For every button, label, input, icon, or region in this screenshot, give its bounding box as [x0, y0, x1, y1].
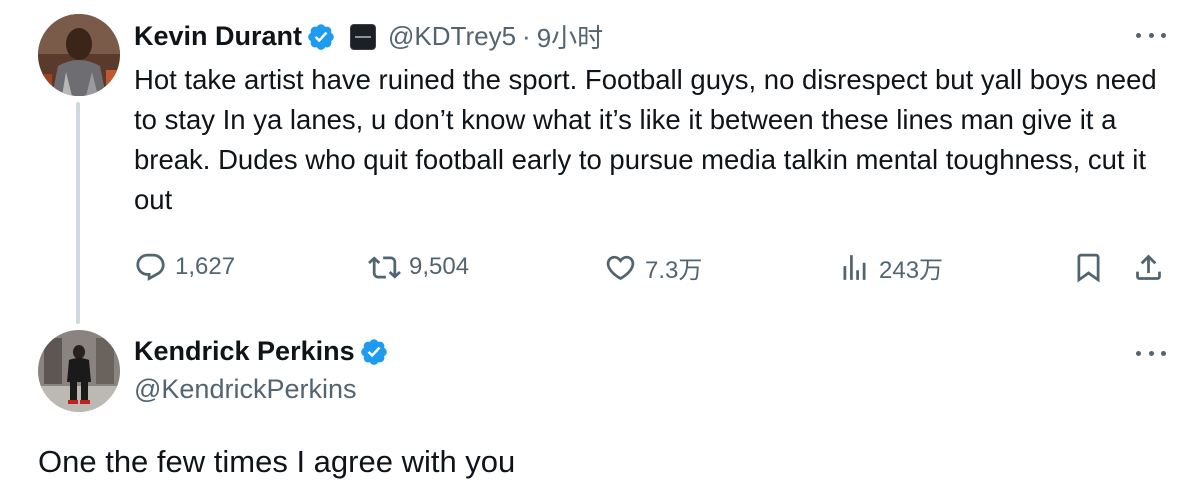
avatar-kevin-durant[interactable]: [38, 14, 120, 96]
views-button[interactable]: 243万: [838, 247, 943, 287]
avatar-kendrick-perkins[interactable]: [38, 330, 120, 412]
reply-author-display-name[interactable]: Kendrick Perkins: [134, 336, 355, 367]
more-options-icon[interactable]: [1136, 30, 1166, 40]
share-button[interactable]: [1132, 247, 1165, 287]
verified-badge-icon: [359, 337, 389, 367]
views-icon: [843, 254, 866, 280]
action-bar: 1,627 9,504 7.3万 243万: [134, 247, 1170, 287]
tweet-text: Hot take artist have ruined the sport. F…: [134, 64, 1157, 215]
separator-dot: ·: [522, 21, 531, 51]
author-handle[interactable]: @KDTrey5: [388, 21, 516, 52]
share-icon: [1136, 254, 1161, 280]
thread-line: [76, 102, 80, 324]
author-display-name[interactable]: Kevin Durant: [134, 21, 302, 52]
verified-badge-icon: [306, 22, 336, 52]
boardroom-badge-icon[interactable]: [350, 23, 377, 50]
tweet-thread: Kevin Durant @KDTrey5 · 9小时 Hot take art…: [0, 0, 1182, 490]
repost-button[interactable]: 9,504: [368, 247, 469, 287]
reply-count: 1,627: [175, 253, 236, 280]
views-count: 243万: [879, 256, 944, 284]
reply-header: Kendrick Perkins: [134, 336, 389, 367]
bookmark-icon: [1077, 253, 1100, 283]
tweet-header: Kevin Durant @KDTrey5 · 9小时: [134, 18, 603, 55]
repost-count: 9,504: [409, 253, 470, 280]
like-count: 7.3万: [645, 256, 703, 284]
reply-icon: [136, 253, 165, 281]
tweet-timestamp[interactable]: 9小时: [537, 18, 603, 55]
reply-text: One the few times I agree with you: [38, 444, 516, 479]
like-icon: [606, 255, 635, 280]
bookmark-button[interactable]: [1072, 247, 1105, 287]
reply-author-handle[interactable]: @KendrickPerkins: [134, 374, 357, 405]
reply-more-options-icon[interactable]: [1136, 348, 1166, 358]
repost-icon: [368, 255, 401, 279]
like-button[interactable]: 7.3万: [604, 247, 702, 287]
reply-button[interactable]: 1,627: [134, 247, 235, 287]
